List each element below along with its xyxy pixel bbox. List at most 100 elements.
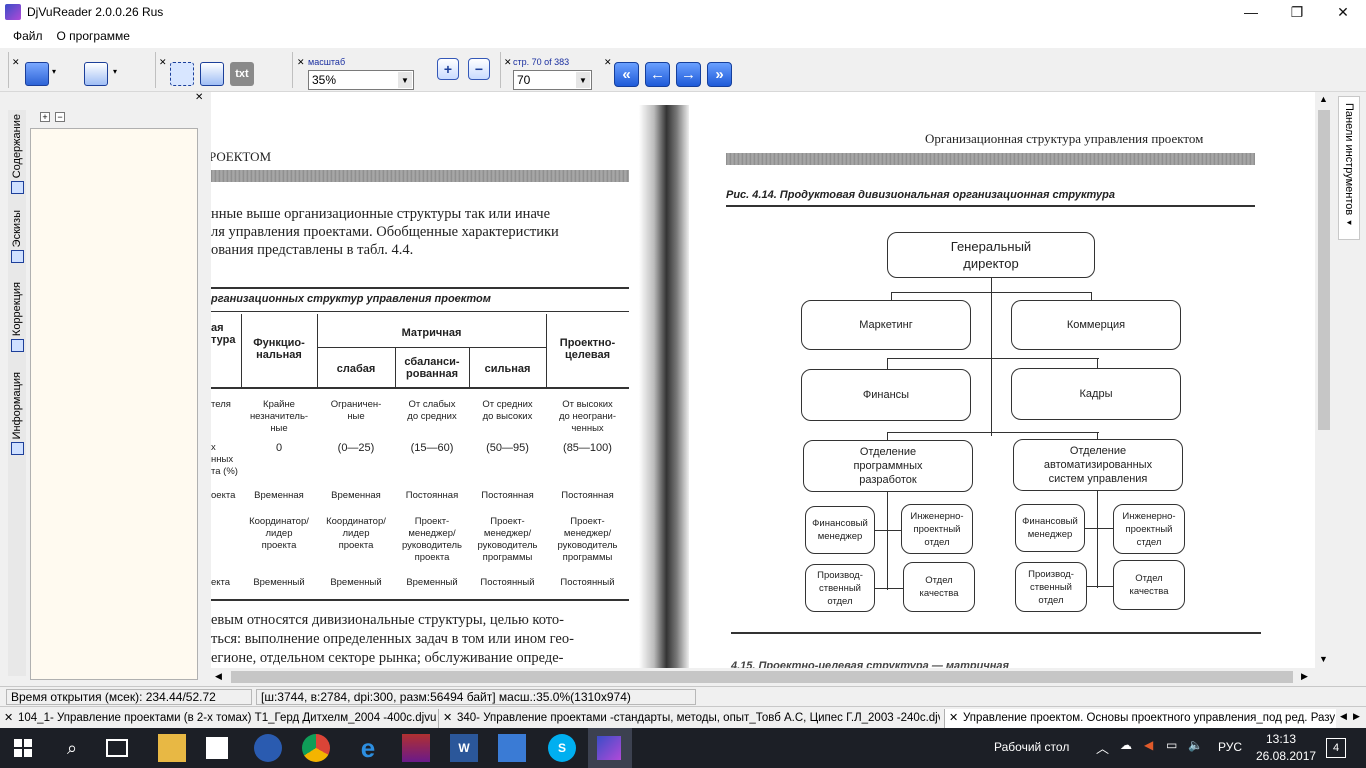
document-view[interactable]: РОЕКТОМ нные выше организационные структ… bbox=[211, 92, 1315, 668]
close-icon[interactable]: ✕ bbox=[297, 57, 305, 68]
tools-panel: Панели инструментов ◂ bbox=[1333, 92, 1366, 686]
right-page-header: Организационная структура управления про… bbox=[925, 131, 1204, 146]
doc-tab[interactable]: ✕ 340- Управление проектами -стандарты, м… bbox=[438, 709, 940, 728]
tab-thumbnails[interactable]: Эскизы bbox=[8, 210, 26, 264]
winrar-icon[interactable] bbox=[402, 734, 430, 762]
contents-tree[interactable] bbox=[30, 128, 198, 680]
chevron-down-icon[interactable]: ▾ bbox=[52, 67, 56, 76]
table-cell: Координатор/ лидер проекта bbox=[249, 516, 309, 551]
layout-icon[interactable] bbox=[25, 62, 49, 86]
warning-icon[interactable]: ◀ bbox=[1144, 738, 1153, 752]
close-icon[interactable]: ✕ bbox=[443, 709, 452, 727]
notifications-icon[interactable]: 4 bbox=[1326, 738, 1346, 758]
table-cell: От слабых до средних bbox=[407, 399, 457, 422]
zoom-combo[interactable]: 35% ▼ bbox=[308, 70, 414, 90]
page-combo[interactable]: 70 ▼ bbox=[513, 70, 592, 90]
image-select-icon[interactable] bbox=[200, 62, 224, 86]
word-icon[interactable]: W bbox=[450, 734, 478, 762]
close-icon[interactable]: ✕ bbox=[949, 709, 958, 727]
vertical-scrollbar[interactable]: ▲ ▼ bbox=[1315, 92, 1333, 668]
expand-all-button[interactable]: + bbox=[40, 112, 50, 122]
page-icon[interactable] bbox=[84, 62, 108, 86]
hscroll-thumb[interactable] bbox=[231, 671, 1293, 683]
next-figure-title: 4.15. Проектно-целевая структура — матри… bbox=[731, 660, 1010, 668]
desktop-label[interactable]: Рабочий стол bbox=[994, 740, 1069, 754]
volume-icon[interactable]: 🔈 bbox=[1188, 738, 1203, 752]
scroll-thumb[interactable] bbox=[1318, 110, 1330, 430]
windows-start-icon[interactable] bbox=[8, 734, 38, 762]
menu-about[interactable]: О программе bbox=[50, 29, 137, 43]
collapse-all-button[interactable]: − bbox=[55, 112, 65, 122]
page-info-status: [ш:3744, в:2784, dpi:300, разм:56494 бай… bbox=[256, 689, 696, 705]
col-structure: ая тура bbox=[211, 322, 236, 346]
org-connector bbox=[991, 292, 992, 436]
djvu-taskbar-active[interactable] bbox=[588, 728, 632, 768]
skype-icon[interactable]: S bbox=[548, 734, 576, 762]
clock-time[interactable]: 13:13 bbox=[1266, 732, 1296, 746]
close-icon[interactable]: ✕ bbox=[604, 57, 612, 68]
chevron-down-icon[interactable]: ▼ bbox=[576, 72, 590, 88]
menu-file[interactable]: Файл bbox=[6, 29, 50, 43]
zoom-out-button[interactable]: − bbox=[468, 58, 490, 80]
header-rule bbox=[211, 170, 629, 182]
close-icon[interactable]: ✕ bbox=[504, 57, 512, 68]
horizontal-scrollbar[interactable]: ◀ ▶ bbox=[211, 668, 1315, 686]
store-icon[interactable] bbox=[206, 737, 228, 759]
tools-panel-tab[interactable]: Панели инструментов ◂ bbox=[1338, 96, 1360, 240]
minimize-button[interactable]: — bbox=[1228, 0, 1274, 24]
close-icon[interactable]: ✕ bbox=[195, 92, 203, 103]
search-icon[interactable]: ⌕ bbox=[58, 734, 86, 762]
chrome-icon[interactable] bbox=[302, 734, 330, 762]
battery-icon[interactable]: ▭ bbox=[1166, 738, 1177, 752]
col-strong: сильная bbox=[484, 363, 531, 375]
scroll-up-icon[interactable]: ▲ bbox=[1319, 94, 1328, 104]
file-explorer-icon[interactable] bbox=[158, 734, 186, 762]
zoom-label: масштаб bbox=[308, 57, 346, 67]
help-icon[interactable] bbox=[254, 734, 282, 762]
tab-info[interactable]: Информация bbox=[8, 372, 26, 456]
tab-correction[interactable]: Коррекция bbox=[8, 282, 26, 353]
close-button[interactable]: ✕ bbox=[1320, 0, 1366, 24]
table-cell: Временный bbox=[253, 577, 305, 588]
chevron-down-icon[interactable]: ▼ bbox=[398, 72, 412, 88]
bottom-line: егионе, отдельном секторе рынка; обслужи… bbox=[211, 650, 564, 666]
tab-info-label: Информация bbox=[11, 372, 23, 440]
maximize-button[interactable]: ❐ bbox=[1274, 0, 1320, 24]
close-icon[interactable]: ✕ bbox=[4, 709, 13, 727]
org-connector bbox=[1087, 586, 1113, 587]
text-mode-button[interactable]: txt bbox=[230, 62, 254, 86]
close-icon[interactable]: ✕ bbox=[12, 57, 20, 68]
doc-tab[interactable]: ✕ 104_1- Управление проектами (в 2-х тома… bbox=[0, 709, 436, 728]
scroll-down-icon[interactable]: ▼ bbox=[1319, 654, 1328, 664]
zoom-value: 35% bbox=[312, 73, 337, 87]
language-indicator[interactable]: РУС bbox=[1218, 740, 1242, 754]
tabs-scroll-left-icon[interactable]: ◀ bbox=[1340, 711, 1347, 722]
prev-page-button[interactable]: ← bbox=[645, 62, 670, 87]
remote-desktop-icon[interactable] bbox=[498, 734, 526, 762]
task-view-icon[interactable] bbox=[106, 739, 128, 757]
clock-date[interactable]: 26.08.2017 bbox=[1256, 749, 1316, 763]
org-connector bbox=[887, 492, 888, 590]
org-connector bbox=[1097, 491, 1098, 588]
scroll-right-icon[interactable]: ▶ bbox=[1301, 671, 1308, 682]
first-page-button[interactable]: « bbox=[614, 62, 639, 87]
chevron-down-icon[interactable]: ▾ bbox=[113, 67, 117, 76]
chevron-up-icon[interactable]: ︿ bbox=[1096, 738, 1109, 757]
doc-tab-label: 104_1- Управление проектами (в 2-х томах… bbox=[18, 712, 436, 724]
table-cell: (15—60) bbox=[410, 442, 454, 454]
intro-text: нные выше организационные структуры так … bbox=[211, 205, 559, 259]
tabs-scroll-right-icon[interactable]: ▶ bbox=[1353, 711, 1360, 722]
edge-icon[interactable]: e bbox=[354, 733, 382, 763]
table-title: рганизационных структур управления проек… bbox=[211, 293, 491, 305]
tab-contents[interactable]: Содержание bbox=[8, 114, 26, 195]
select-area-icon[interactable] bbox=[170, 62, 194, 86]
next-page-button[interactable]: → bbox=[676, 62, 701, 87]
close-icon[interactable]: ✕ bbox=[159, 57, 167, 68]
table-cell: Координатор/ лидер проекта bbox=[326, 516, 386, 551]
doc-tab-active[interactable]: ✕ Управление проектом. Основы проектного … bbox=[944, 709, 1336, 728]
table-cell: Постоянная bbox=[561, 490, 614, 501]
onedrive-icon[interactable]: ☁ bbox=[1120, 738, 1132, 752]
last-page-button[interactable]: » bbox=[707, 62, 732, 87]
scroll-left-icon[interactable]: ◀ bbox=[215, 671, 222, 682]
zoom-in-button[interactable]: + bbox=[437, 58, 459, 80]
